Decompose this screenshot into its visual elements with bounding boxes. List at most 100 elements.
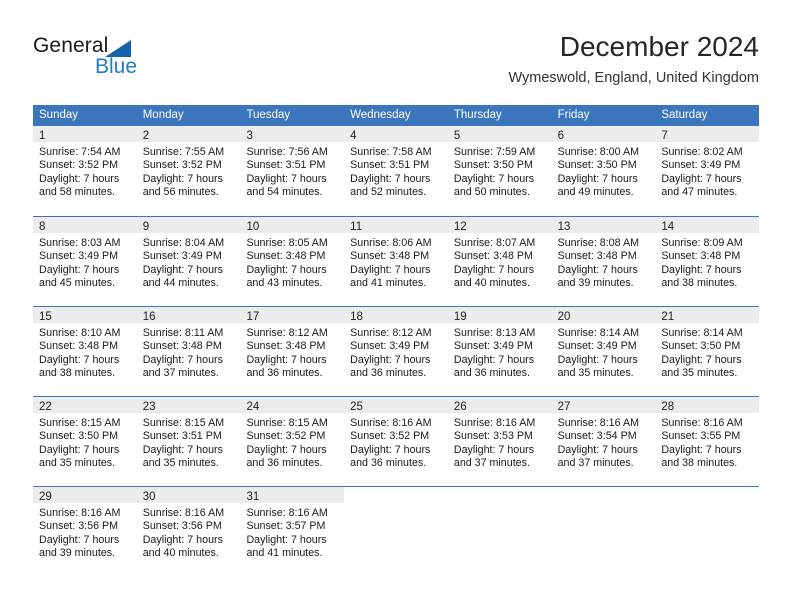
daylight-duration-line1: Daylight: 7 hours	[661, 353, 742, 366]
day-number-band: 14	[655, 217, 760, 233]
calendar-day-cell[interactable]: 13 Sunrise: 8:08 AM Sunset: 3:48 PM Dayligh…	[551, 217, 656, 306]
calendar-day-cell-empty	[552, 487, 656, 576]
sunset-time: Sunset: 3:49 PM	[350, 340, 430, 353]
calendar-day-cell[interactable]: 22 Sunrise: 8:15 AM Sunset: 3:50 PM Dayligh…	[33, 397, 137, 486]
day-number-band: 4	[344, 126, 448, 142]
calendar-day-cell[interactable]: 19 Sunrise: 8:13 AM Sunset: 3:49 PM Dayligh…	[447, 307, 552, 396]
day-details: Sunrise: 8:03 AM Sunset: 3:49 PM Daylight:…	[33, 233, 137, 291]
day-number-band: 9	[136, 217, 241, 233]
calendar-day-cell[interactable]: 12 Sunrise: 8:07 AM Sunset: 3:48 PM Dayligh…	[447, 217, 552, 306]
day-details: Sunrise: 7:58 AM Sunset: 3:51 PM Daylight:…	[344, 142, 448, 200]
sunrise-time: Sunrise: 8:16 AM	[246, 507, 328, 519]
general-blue-logo[interactable]: General Blue	[33, 34, 263, 90]
daylight-duration-line2: and 39 minutes.	[39, 547, 116, 560]
calendar-day-cell[interactable]: 6 Sunrise: 8:00 AM Sunset: 3:50 PM Daylight…	[551, 126, 656, 216]
calendar-day-cell[interactable]: 4 Sunrise: 7:58 AM Sunset: 3:51 PM Daylight…	[344, 126, 448, 216]
day-number: 22	[39, 401, 52, 413]
daylight-duration-line2: and 37 minutes.	[142, 367, 219, 380]
day-number: 5	[453, 130, 461, 142]
daylight-duration-line2: and 37 minutes.	[557, 457, 634, 470]
sunrise-time: Sunrise: 8:16 AM	[557, 417, 639, 429]
weekday-header-friday: Friday	[557, 109, 590, 121]
calendar-day-cell[interactable]: 5 Sunrise: 7:59 AM Sunset: 3:50 PM Daylight…	[447, 126, 552, 216]
sunrise-time: Sunrise: 8:02 AM	[661, 146, 743, 158]
calendar-day-cell[interactable]: 8 Sunrise: 8:03 AM Sunset: 3:49 PM Daylight…	[33, 217, 137, 306]
calendar-day-cell[interactable]: 25 Sunrise: 8:16 AM Sunset: 3:52 PM Dayligh…	[344, 397, 448, 486]
day-number: 1	[39, 130, 46, 142]
calendar-day-cell[interactable]: 27 Sunrise: 8:16 AM Sunset: 3:54 PM Dayligh…	[551, 397, 656, 486]
day-number: 26	[453, 401, 467, 413]
logo-text-blue: Blue	[95, 55, 138, 78]
day-number-band: 22	[33, 397, 137, 413]
calendar-day-cell[interactable]: 1 Sunrise: 7:54 AM Sunset: 3:52 PM Daylight…	[33, 126, 137, 216]
daylight-duration-line1: Daylight: 7 hours	[453, 263, 535, 276]
day-details: Sunrise: 7:55 AM Sunset: 3:52 PM Daylight:…	[137, 142, 241, 200]
daylight-duration-line2: and 35 minutes.	[661, 367, 738, 380]
day-number-band: 27	[551, 397, 656, 413]
weekday-header-saturday: Saturday	[661, 109, 708, 121]
sunrise-time: Sunrise: 8:11 AM	[142, 327, 224, 339]
day-details: Sunrise: 8:08 AM Sunset: 3:48 PM Daylight:…	[552, 233, 656, 291]
weekday-header-sunday: Sunday	[39, 109, 79, 121]
calendar-day-cell[interactable]: 26 Sunrise: 8:16 AM Sunset: 3:53 PM Dayligh…	[447, 397, 552, 486]
sunset-time: Sunset: 3:49 PM	[39, 250, 119, 263]
daylight-duration-line2: and 41 minutes.	[350, 277, 427, 290]
calendar-day-cell[interactable]: 14 Sunrise: 8:09 AM Sunset: 3:48 PM Dayligh…	[655, 217, 760, 306]
daylight-duration-line1: Daylight: 7 hours	[350, 443, 431, 456]
day-number-band: 18	[344, 307, 448, 323]
day-details: Sunrise: 8:16 AM Sunset: 3:54 PM Daylight:…	[552, 413, 656, 471]
calendar-day-cell[interactable]: 15 Sunrise: 8:10 AM Sunset: 3:48 PM Dayligh…	[33, 307, 137, 396]
weeks-container: 1 Sunrise: 7:54 AM Sunset: 3:52 PM Daylight…	[33, 126, 760, 576]
sunset-time: Sunset: 3:52 PM	[350, 430, 430, 443]
calendar-day-cell[interactable]: 17 Sunrise: 8:12 AM Sunset: 3:48 PM Dayligh…	[240, 307, 345, 396]
calendar-day-cell[interactable]: 31 Sunrise: 8:16 AM Sunset: 3:57 PM Dayligh…	[240, 487, 345, 576]
day-number: 9	[142, 221, 150, 233]
sunrise-time: Sunrise: 7:56 AM	[246, 146, 328, 158]
calendar-page: General Blue December 2024 Wymeswold, En…	[0, 0, 792, 612]
sunset-time: Sunset: 3:50 PM	[557, 159, 637, 172]
calendar-day-cell[interactable]: 7 Sunrise: 8:02 AM Sunset: 3:49 PM Daylight…	[655, 126, 760, 216]
sunrise-time: Sunrise: 8:04 AM	[142, 237, 225, 249]
sunset-time: Sunset: 3:49 PM	[142, 250, 222, 263]
daylight-duration-line1: Daylight: 7 hours	[557, 443, 638, 456]
calendar-day-cell[interactable]: 28 Sunrise: 8:16 AM Sunset: 3:55 PM Dayligh…	[655, 397, 760, 486]
calendar-day-cell[interactable]: 9 Sunrise: 8:04 AM Sunset: 3:49 PM Daylight…	[136, 217, 241, 306]
calendar-day-cell[interactable]: 2 Sunrise: 7:55 AM Sunset: 3:52 PM Daylight…	[136, 126, 241, 216]
calendar-day-cell[interactable]: 29 Sunrise: 8:16 AM Sunset: 3:56 PM Dayligh…	[33, 487, 137, 576]
calendar-day-cell[interactable]: 30 Sunrise: 8:16 AM Sunset: 3:56 PM Dayligh…	[136, 487, 241, 576]
sunrise-time: Sunrise: 8:14 AM	[557, 327, 639, 339]
day-number: 3	[246, 130, 253, 142]
calendar-day-cell[interactable]: 20 Sunrise: 8:14 AM Sunset: 3:49 PM Dayligh…	[551, 307, 656, 396]
sunset-time: Sunset: 3:56 PM	[39, 520, 119, 533]
daylight-duration-line1: Daylight: 7 hours	[39, 172, 120, 185]
calendar-day-cell[interactable]: 23 Sunrise: 8:15 AM Sunset: 3:51 PM Dayligh…	[136, 397, 241, 486]
sunset-time: Sunset: 3:52 PM	[39, 159, 119, 172]
sunset-time: Sunset: 3:48 PM	[557, 250, 637, 263]
sunset-time: Sunset: 3:48 PM	[246, 250, 326, 263]
daylight-duration-line1: Daylight: 7 hours	[142, 533, 223, 546]
calendar-day-cell[interactable]: 18 Sunrise: 8:12 AM Sunset: 3:49 PM Dayligh…	[344, 307, 448, 396]
calendar-day-cell[interactable]: 11 Sunrise: 8:06 AM Sunset: 3:48 PM Dayligh…	[344, 217, 448, 306]
day-details: Sunrise: 8:02 AM Sunset: 3:49 PM Daylight:…	[655, 142, 759, 200]
day-number-band: 15	[33, 307, 137, 323]
page-header: General Blue December 2024 Wymeswold, En…	[33, 30, 759, 92]
day-number: 15	[39, 311, 52, 323]
daylight-duration-line2: and 39 minutes.	[557, 277, 634, 290]
day-details: Sunrise: 8:06 AM Sunset: 3:48 PM Daylight:…	[344, 233, 448, 291]
calendar-day-cell[interactable]: 21 Sunrise: 8:14 AM Sunset: 3:50 PM Dayligh…	[655, 307, 760, 396]
day-number-band: 31	[240, 487, 345, 503]
daylight-duration-line1: Daylight: 7 hours	[350, 353, 431, 366]
sunrise-time: Sunrise: 8:16 AM	[453, 417, 536, 429]
daylight-duration-line1: Daylight: 7 hours	[453, 443, 535, 456]
daylight-duration-line1: Daylight: 7 hours	[557, 263, 638, 276]
calendar-day-cell[interactable]: 16 Sunrise: 8:11 AM Sunset: 3:48 PM Dayligh…	[136, 307, 241, 396]
calendar-day-cell[interactable]: 24 Sunrise: 8:15 AM Sunset: 3:52 PM Dayligh…	[240, 397, 345, 486]
day-number-band: 7	[655, 126, 760, 142]
daylight-duration-line1: Daylight: 7 hours	[246, 172, 327, 185]
daylight-duration-line2: and 36 minutes.	[350, 367, 427, 380]
calendar-day-cell[interactable]: 10 Sunrise: 8:05 AM Sunset: 3:48 PM Dayligh…	[240, 217, 345, 306]
calendar-day-cell[interactable]: 3 Sunrise: 7:56 AM Sunset: 3:51 PM Daylight…	[240, 126, 345, 216]
daylight-duration-line1: Daylight: 7 hours	[142, 443, 223, 456]
day-number-band: 5	[447, 126, 552, 142]
daylight-duration-line2: and 43 minutes.	[246, 277, 323, 290]
